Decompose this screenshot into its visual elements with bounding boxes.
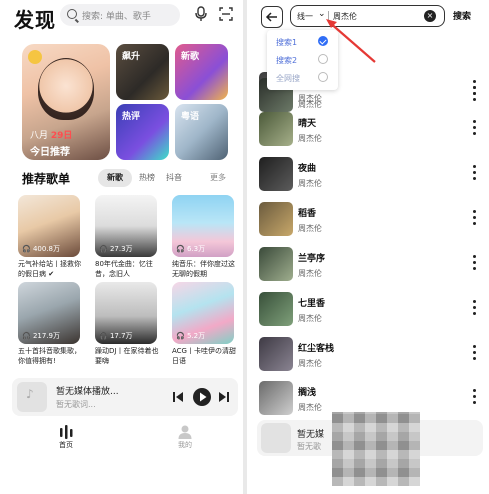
- song-row[interactable]: 夜曲 周杰伦: [259, 157, 481, 193]
- song-artwork: [259, 157, 293, 191]
- song-title: 七里香: [298, 299, 326, 309]
- daily-recommend-banner[interactable]: 八月 29日 今日推荐: [22, 44, 110, 160]
- play-count: 🎧 6.3万: [176, 245, 206, 253]
- song-artist: 周杰伦: [298, 100, 322, 109]
- more-options-icon[interactable]: [473, 210, 476, 226]
- song-artist: 周杰伦: [298, 314, 322, 323]
- song-row[interactable]: 七里香 周杰伦: [259, 292, 481, 328]
- more-options-icon[interactable]: [473, 345, 476, 361]
- playlist-cover: 🎧 400.8万: [18, 195, 80, 257]
- song-artist: 周杰伦: [298, 179, 322, 188]
- tile-label: 粤语: [181, 112, 200, 122]
- song-artist: 周杰伦: [298, 359, 322, 368]
- tile-label: 新歌: [181, 52, 200, 62]
- tile-label: 飙升: [122, 52, 141, 62]
- scan-icon[interactable]: [219, 7, 233, 21]
- discover-screen: 发现 搜索: 单曲、歌手 八月 29日 今日推荐 飙升 新歌 热评 粤语 推荐歌…: [0, 0, 243, 494]
- song-title: 搁浅: [298, 388, 317, 398]
- app-logo-icon: [28, 50, 42, 64]
- song-title: 兰亭序: [298, 254, 326, 264]
- banner-date: 八月 29日: [30, 131, 73, 141]
- song-row[interactable]: 稻香 周杰伦: [259, 202, 481, 238]
- playlist-title: 纯音乐：伴你度过这无聊的假期: [172, 260, 235, 278]
- tile-label: 热评: [122, 112, 141, 122]
- more-options-icon[interactable]: [473, 86, 476, 102]
- chart-tile-rising[interactable]: 飙升: [116, 44, 169, 100]
- search-placeholder: 搜索: 单曲、歌手: [82, 12, 151, 22]
- player-artwork: [261, 423, 291, 453]
- song-artwork: [259, 247, 293, 281]
- song-title: 稻香: [298, 209, 317, 219]
- song-artist: 周杰伦: [298, 269, 322, 278]
- next-icon[interactable]: [218, 391, 230, 403]
- more-options-icon[interactable]: [473, 389, 476, 405]
- search-bar[interactable]: 搜索: 单曲、歌手: [60, 4, 180, 26]
- play-count: 🎧 5.2万: [176, 332, 206, 340]
- banner-label: 今日推荐: [30, 147, 70, 158]
- play-count: 🎧 17.7万: [99, 332, 133, 340]
- chart-tile-hot-comments[interactable]: 热评: [116, 104, 169, 160]
- playlist-title: ACG丨卡哇伊の清甜日语: [172, 347, 236, 365]
- mini-player[interactable]: ♪ 暂无媒体播放... 暂无歌词...: [12, 378, 238, 416]
- song-artist: 周杰伦: [298, 224, 322, 233]
- annotation-arrow-icon: [326, 19, 376, 63]
- microphone-icon[interactable]: [194, 6, 208, 22]
- search-icon: [67, 9, 77, 19]
- song-artist: 周杰伦: [298, 134, 322, 143]
- song-artwork: [259, 112, 293, 146]
- playlist-cover: 🎧 217.9万: [18, 282, 80, 344]
- more-options-icon[interactable]: [473, 165, 476, 181]
- play-count: 🎧 27.3万: [99, 245, 133, 253]
- filter-tab-more[interactable]: 更多: [204, 169, 232, 187]
- tab-mine[interactable]: 我的: [165, 424, 205, 450]
- tab-label: 我的: [178, 441, 192, 449]
- song-artist: 周杰伦: [298, 403, 322, 412]
- chart-tile-cantonese[interactable]: 粤语: [175, 104, 228, 160]
- player-title: 暂无媒体播放...: [56, 387, 119, 397]
- previous-icon[interactable]: [172, 391, 184, 403]
- song-title: 夜曲: [298, 164, 317, 174]
- music-note-icon: ♪: [26, 387, 34, 401]
- tab-home[interactable]: 首页: [46, 424, 86, 450]
- song-artwork: [259, 292, 293, 326]
- banner-photo: [38, 58, 94, 120]
- play-icon[interactable]: [192, 387, 212, 407]
- song-row[interactable]: 兰亭序 周杰伦: [259, 247, 481, 283]
- page-title: 发现: [14, 8, 56, 32]
- player-subtitle: 暂无歌: [297, 442, 321, 451]
- playlist-cover: 🎧 6.3万: [172, 195, 234, 257]
- playlist-title: 五十首抖音歌集歌，你值得拥有!: [18, 347, 81, 365]
- song-title: 晴天: [298, 119, 317, 129]
- playlist-cover: 🎧 5.2万: [172, 282, 234, 344]
- tab-label: 首页: [59, 441, 73, 449]
- player-title: 暂无媒: [297, 430, 325, 440]
- playlist-cover: 🎧 27.3万: [95, 195, 157, 257]
- play-count: 🎧 400.8万: [22, 245, 60, 253]
- song-title: 红尘客栈: [298, 344, 335, 354]
- more-options-icon[interactable]: [473, 120, 476, 136]
- filter-tab-new[interactable]: 新歌: [98, 169, 132, 187]
- player-subtitle: 暂无歌词...: [56, 400, 96, 409]
- song-row[interactable]: 红尘客栈 周杰伦: [259, 337, 481, 373]
- song-row[interactable]: 晴天 周杰伦: [259, 112, 481, 148]
- playlist-title: 元气补给站丨拯救你的假日病 ✔: [18, 260, 81, 278]
- song-artwork: [259, 381, 293, 415]
- song-artwork: [259, 202, 293, 236]
- home-bars-icon: [60, 425, 73, 439]
- playlist-cover: 🎧 17.7万: [95, 282, 157, 344]
- more-options-icon[interactable]: [473, 255, 476, 271]
- filter-tab-hot[interactable]: 热榜: [134, 169, 160, 187]
- filter-tab-douyin[interactable]: 抖音: [162, 169, 186, 187]
- play-count: 🎧 217.9万: [22, 332, 60, 340]
- playlist-title: 躁动DJ丨在家待着也要嗨: [95, 347, 159, 365]
- section-title: 推荐歌单: [22, 172, 71, 186]
- pixelated-redaction: [332, 412, 420, 486]
- user-icon: [178, 425, 192, 439]
- search-results-screen: 线一 ⌄ 周杰伦 × 搜索 周杰伦 周杰伦 晴天 周杰伦 夜曲 周杰伦 稻香 周…: [247, 0, 489, 494]
- playlist-title: 80年代金曲：忆往昔，念旧人: [95, 260, 153, 278]
- more-options-icon[interactable]: [473, 300, 476, 316]
- song-artwork: [259, 337, 293, 371]
- chart-tile-new[interactable]: 新歌: [175, 44, 228, 100]
